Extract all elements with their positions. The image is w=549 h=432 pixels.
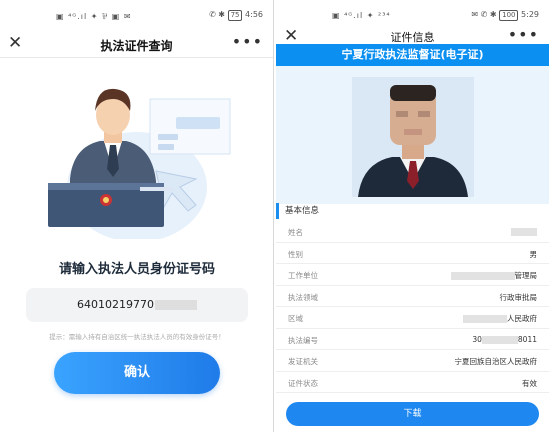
row-label: 区域: [288, 314, 303, 323]
more-options-icon[interactable]: •••: [508, 25, 539, 44]
download-button[interactable]: 下载: [286, 402, 539, 426]
row-value: 行政审批局: [499, 292, 538, 302]
id-query-screen: ▣ ⁴ᴳ.ıl ✦ ⅌ ▣ ✉ ✆ ✱ 75 4:56 ✕ 执法证件查询 •••: [0, 0, 274, 432]
row-label: 证件状态: [288, 378, 318, 388]
row-label: 性别: [288, 249, 303, 259]
row-label: 工作单位: [288, 271, 318, 280]
info-row-gender: 性别 男: [276, 243, 549, 264]
row-value: 管理局: [450, 270, 537, 281]
status-icons-right: ✆ ✱: [209, 10, 228, 19]
battery-icon: 100: [499, 10, 519, 21]
info-row-issuer: 发证机关 宁夏回族自治区人民政府: [276, 350, 549, 372]
status-bar: ▣ ⁴ᴳ.ıl ✦ ⅌ ▣ ✉ ✆ ✱ 75 4:56: [0, 0, 273, 30]
status-right: ✉ ✆ ✱ 100 5:29: [471, 10, 539, 21]
redacted-block: [450, 272, 515, 280]
redacted-block: [511, 228, 537, 236]
info-table: 姓名 性别 男 工作单位 管理局 执法领域 行政审批局 区域 人民政府 执法编号…: [276, 221, 549, 393]
id-number-input[interactable]: 64010219770: [26, 288, 248, 322]
id-photo: [352, 77, 474, 197]
certificate-info-screen: ▣ ⁴ᴳ.ıl ✦ ²³⁴ ✉ ✆ ✱ 100 5:29 ✕ 证件信息 ••• …: [276, 0, 549, 432]
info-row-status: 证件状态 有效: [276, 372, 549, 393]
status-icons: ▣ ⁴ᴳ.ıl ✦ ²³⁴: [332, 11, 391, 20]
nav-bar: ✕ 证件信息 •••: [276, 25, 549, 46]
confirm-button[interactable]: 确认: [54, 352, 220, 394]
status-time: 5:29: [521, 10, 539, 19]
battery-icon: 75: [227, 10, 243, 21]
nav-bar: ✕ 执法证件查询 •••: [0, 30, 273, 58]
info-row-name: 姓名: [276, 221, 549, 243]
id-number-value: 64010219770: [77, 298, 154, 311]
row-label: 姓名: [288, 228, 303, 237]
redacted-block: [154, 300, 197, 310]
redacted-block: [463, 315, 507, 323]
row-label: 执法编号: [288, 335, 318, 345]
row-value: 人民政府: [463, 313, 537, 324]
status-icons: ▣ ⁴ᴳ.ıl ✦ ⅌ ▣ ✉: [56, 12, 132, 21]
row-value: 宁夏回族自治区人民政府: [454, 357, 538, 366]
photo-area: [276, 66, 549, 204]
row-value: 有效: [522, 378, 537, 388]
row-label: 发证机关: [288, 357, 318, 366]
row-label: 执法领域: [288, 292, 318, 302]
info-row-number: 执法编号 30 8011: [276, 329, 549, 350]
row-value: 男: [529, 249, 538, 259]
id-prompt: 请输入执法人员身份证号码: [58, 262, 215, 277]
info-row-field: 执法领域 行政审批局: [276, 286, 549, 307]
officer-illustration: [0, 59, 273, 242]
status-icons-right: ✉ ✆ ✱: [471, 10, 500, 19]
info-row-employer: 工作单位 管理局: [276, 264, 549, 286]
certificate-banner: 宁夏行政执法监督证(电子证): [276, 44, 549, 66]
redacted-block: [481, 335, 518, 344]
status-right: ✆ ✱ 75 4:56: [209, 10, 263, 21]
more-options-icon[interactable]: •••: [232, 32, 263, 51]
row-value: 30 8011: [472, 334, 537, 344]
status-time: 4:56: [245, 10, 263, 19]
info-row-region: 区域 人民政府: [276, 307, 549, 329]
section-title: 基本信息: [276, 203, 549, 219]
input-hint: 提示：需输入持有自治区统一执法执法人员的有效身份证号！: [49, 333, 225, 341]
row-value: [511, 227, 537, 236]
